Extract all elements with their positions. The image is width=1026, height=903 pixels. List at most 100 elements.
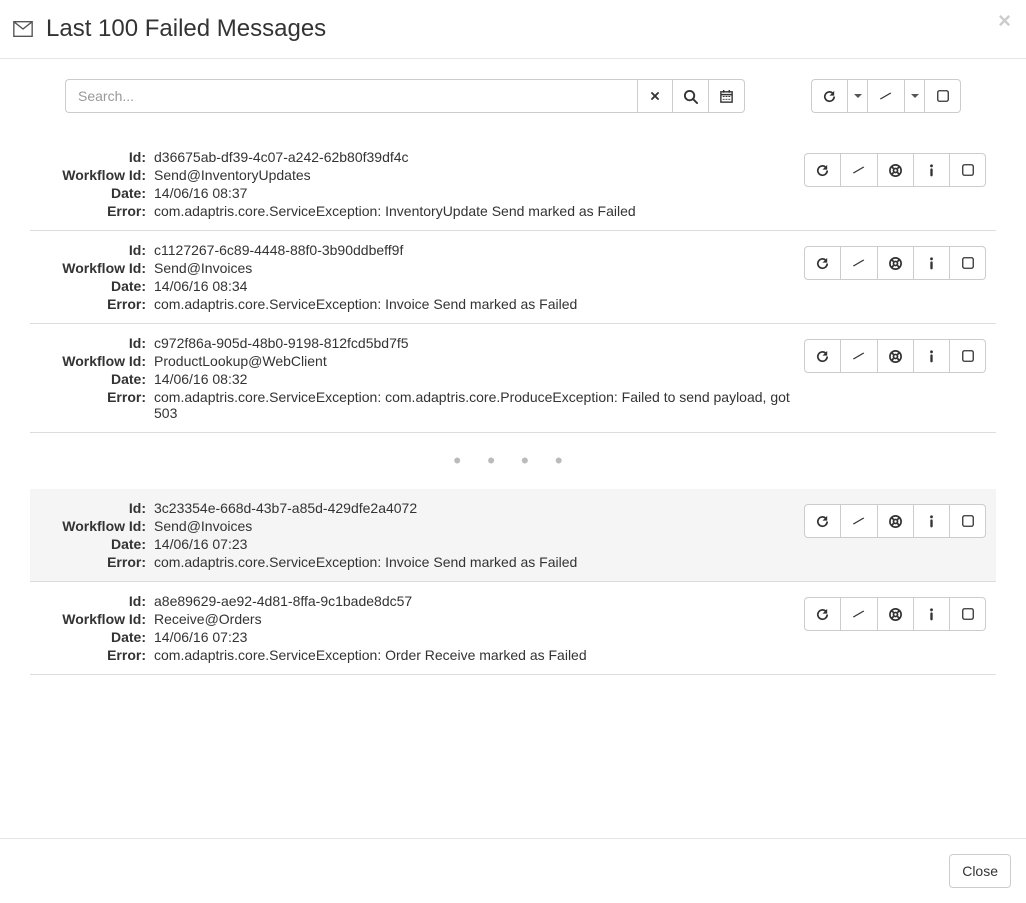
lifering-icon <box>888 514 903 529</box>
row-actions <box>804 597 986 631</box>
lifering-icon <box>888 607 903 622</box>
checkbox-icon <box>961 514 975 528</box>
row-actions <box>804 153 986 187</box>
checkbox-icon <box>961 349 975 363</box>
refresh-icon <box>815 163 830 178</box>
bulk-actions <box>811 79 961 113</box>
failed-messages-modal: Last 100 Failed Messages × <box>0 0 1026 903</box>
value-date: 14/06/16 07:23 <box>150 535 804 553</box>
lifering-icon <box>888 349 903 364</box>
value-workflow: Receive@Orders <box>150 610 804 628</box>
modal-title: Last 100 Failed Messages <box>46 15 326 43</box>
failed-message-row: Id: c1127267-6c89-4448-88f0-3b90ddbeff9f… <box>30 231 996 324</box>
close-button[interactable]: Close <box>949 854 1011 888</box>
info-button[interactable] <box>914 504 950 538</box>
retry-all-button[interactable] <box>811 79 848 113</box>
select-row-checkbox[interactable] <box>950 246 986 280</box>
select-row-checkbox[interactable] <box>950 153 986 187</box>
support-button[interactable] <box>878 597 914 631</box>
retry-all-dropdown[interactable] <box>848 79 868 113</box>
delete-button[interactable] <box>841 339 878 373</box>
support-button[interactable] <box>878 339 914 373</box>
checkbox-icon <box>961 163 975 177</box>
info-button[interactable] <box>914 597 950 631</box>
select-row-checkbox[interactable] <box>950 597 986 631</box>
label-date: Date: <box>30 370 150 388</box>
retry-button[interactable] <box>804 504 841 538</box>
sweep-icon <box>851 607 867 621</box>
value-date: 14/06/16 08:34 <box>150 277 804 295</box>
refresh-icon <box>822 89 837 104</box>
delete-all-button[interactable] <box>868 79 905 113</box>
refresh-icon <box>815 607 830 622</box>
delete-button[interactable] <box>841 153 878 187</box>
value-error: com.adaptris.core.ServiceException: Inve… <box>150 202 804 220</box>
delete-button[interactable] <box>841 597 878 631</box>
info-icon <box>924 163 939 178</box>
search-group <box>65 79 745 113</box>
label-workflow: Workflow Id: <box>30 517 150 535</box>
label-error: Error: <box>30 388 150 422</box>
label-error: Error: <box>30 553 150 571</box>
info-icon <box>924 607 939 622</box>
support-button[interactable] <box>878 153 914 187</box>
delete-button[interactable] <box>841 504 878 538</box>
sweep-icon <box>851 256 867 270</box>
retry-button[interactable] <box>804 153 841 187</box>
value-id: c972f86a-905d-48b0-9198-812fcd5bd7f5 <box>150 334 804 352</box>
sweep-icon <box>851 163 867 177</box>
sweep-icon <box>851 514 867 528</box>
label-id: Id: <box>30 334 150 352</box>
delete-button[interactable] <box>841 246 878 280</box>
label-workflow: Workflow Id: <box>30 352 150 370</box>
search-button[interactable] <box>673 79 709 113</box>
label-id: Id: <box>30 592 150 610</box>
retry-button[interactable] <box>804 597 841 631</box>
value-error: com.adaptris.core.ServiceException: com.… <box>150 388 804 422</box>
close-icon[interactable]: × <box>998 10 1011 32</box>
value-id: a8e89629-ae92-4d81-8ffa-9c1bade8dc57 <box>150 592 804 610</box>
info-icon <box>924 256 939 271</box>
value-id: 3c23354e-668d-43b7-a85d-429dfe2a4072 <box>150 499 804 517</box>
info-button[interactable] <box>914 153 950 187</box>
label-workflow: Workflow Id: <box>30 610 150 628</box>
clear-search-button[interactable] <box>637 79 673 113</box>
delete-all-dropdown[interactable] <box>905 79 925 113</box>
search-input[interactable] <box>65 79 637 113</box>
value-date: 14/06/16 07:23 <box>150 628 804 646</box>
failed-message-row: Id: 3c23354e-668d-43b7-a85d-429dfe2a4072… <box>30 489 996 582</box>
refresh-icon <box>815 256 830 271</box>
value-error: com.adaptris.core.ServiceException: Orde… <box>150 646 804 664</box>
retry-button[interactable] <box>804 339 841 373</box>
info-button[interactable] <box>914 246 950 280</box>
lifering-icon <box>888 163 903 178</box>
select-row-checkbox[interactable] <box>950 339 986 373</box>
support-button[interactable] <box>878 504 914 538</box>
modal-footer: Close <box>0 838 1026 903</box>
label-date: Date: <box>30 628 150 646</box>
row-actions <box>804 339 986 373</box>
row-actions <box>804 504 986 538</box>
select-all-checkbox[interactable] <box>925 79 961 113</box>
select-row-checkbox[interactable] <box>950 504 986 538</box>
close-icon <box>649 90 661 102</box>
label-workflow: Workflow Id: <box>30 259 150 277</box>
value-date: 14/06/16 08:32 <box>150 370 804 388</box>
label-error: Error: <box>30 202 150 220</box>
chevron-down-icon <box>911 94 919 98</box>
value-error: com.adaptris.core.ServiceException: Invo… <box>150 553 804 571</box>
checkbox-icon <box>961 256 975 270</box>
label-error: Error: <box>30 646 150 664</box>
value-error: com.adaptris.core.ServiceException: Invo… <box>150 295 804 313</box>
retry-button[interactable] <box>804 246 841 280</box>
value-workflow: Send@InventoryUpdates <box>150 166 804 184</box>
modal-body: Id: d36675ab-df39-4c07-a242-62b80f39df4c… <box>0 59 1026 838</box>
date-filter-button[interactable] <box>709 79 745 113</box>
value-workflow: Send@Invoices <box>150 517 804 535</box>
sweep-icon <box>851 349 867 363</box>
support-button[interactable] <box>878 246 914 280</box>
value-date: 14/06/16 08:37 <box>150 184 804 202</box>
calendar-icon <box>719 89 734 104</box>
label-date: Date: <box>30 184 150 202</box>
info-button[interactable] <box>914 339 950 373</box>
